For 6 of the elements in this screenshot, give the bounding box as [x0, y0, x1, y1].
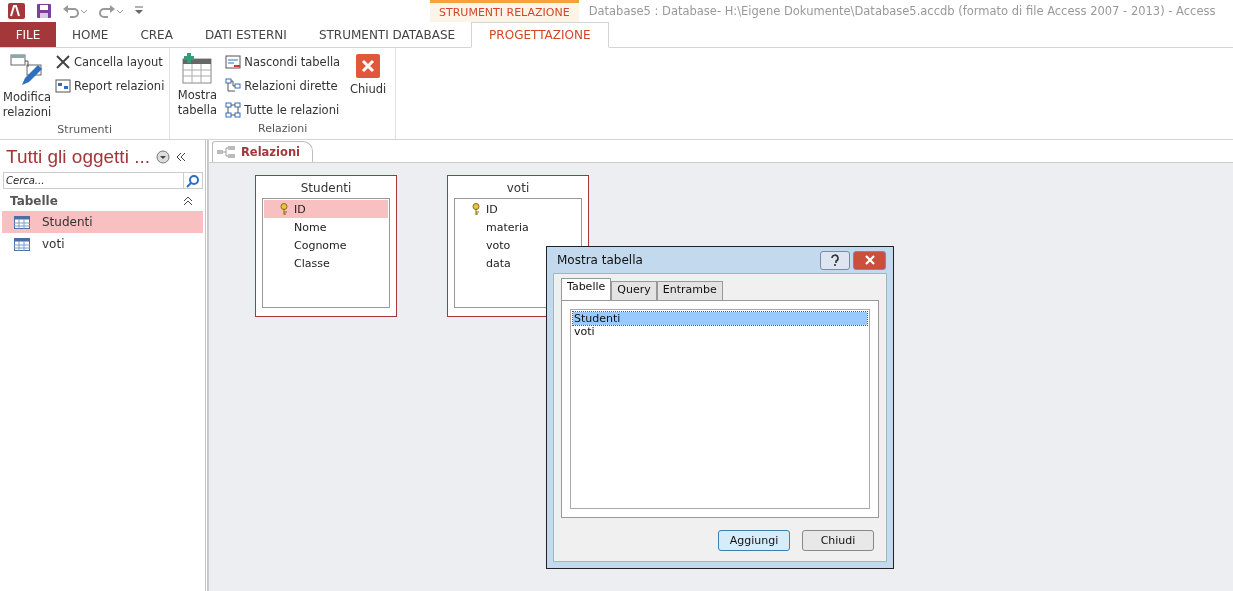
contextual-tab-label: STRUMENTI RELAZIONE — [430, 0, 579, 22]
table-title: Studenti — [299, 180, 353, 197]
table-title: voti — [505, 180, 531, 197]
group-label: Relazioni — [257, 122, 309, 137]
window-title: Database5 : Database- H:\Eigene Dokumente\Database5.accdb (formato di file Access 2007 - 2013) - Access — [588, 4, 1216, 18]
group-label: Strumenti — [56, 123, 113, 138]
